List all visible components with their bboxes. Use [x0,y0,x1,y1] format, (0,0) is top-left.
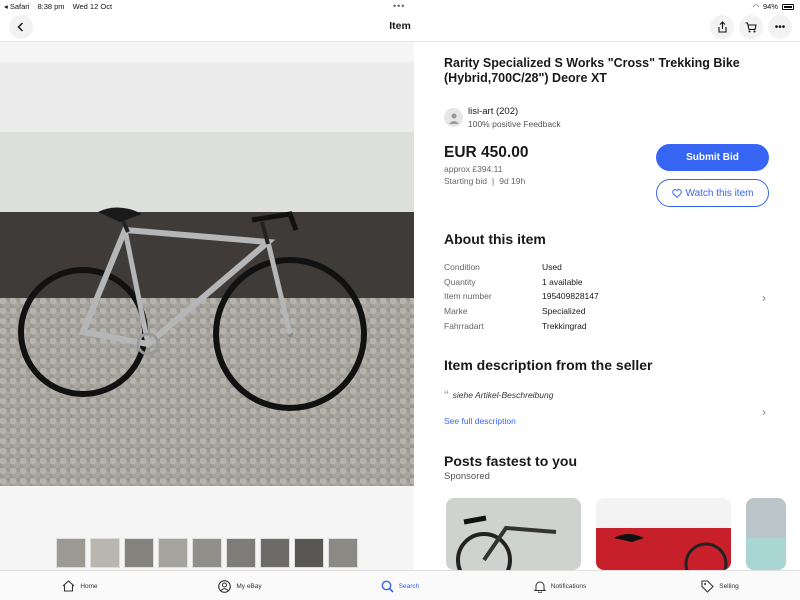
about-heading: About this item [444,231,546,247]
seller-feedback: 100% positive Feedback [468,119,561,129]
tab-my-ebay[interactable]: My eBay [160,571,320,600]
posts-heading: Posts fastest to you [444,453,578,469]
wifi-icon: ◠ [752,3,759,11]
seller-name[interactable]: lisi-art (202) [468,106,561,117]
seller-info[interactable]: lisi-art (202) 100% positive Feedback [444,106,561,129]
price: EUR 450.00 [444,144,529,161]
sponsored-card[interactable] [446,498,581,570]
spec-row: Quantity 1 available [444,276,583,287]
thumbnail-strip [56,538,358,568]
bid-label: Starting bid [444,176,487,186]
chevron-right-icon[interactable]: › [762,291,766,305]
share-button[interactable] [710,15,734,39]
tab-home[interactable]: Home [0,571,160,600]
listing-title: Rarity Specialized S Works "Cross" Trekk… [444,56,740,85]
back-to-app[interactable]: ◂ Safari [4,2,29,11]
spec-row: Condition Used [444,262,562,272]
battery-percent: 94% [762,2,778,11]
thumbnail[interactable] [294,538,324,568]
thumbnail[interactable] [226,538,256,568]
chevron-right-icon[interactable]: › [762,405,766,419]
bike-photo [746,538,786,570]
tab-bar: Home My eBay Search Notifications Sellin… [0,570,800,600]
sponsored-label: Sponsored [444,471,490,482]
submit-bid-button[interactable]: Submit Bid [656,144,769,171]
watch-label: Watch this item [685,187,754,199]
home-icon [62,580,75,592]
thumbnail[interactable] [90,538,120,568]
bike-photo [456,515,557,570]
description-quote: “ siehe Artikel-Beschreibung [444,387,554,403]
main-photo[interactable] [0,62,414,486]
spec-row: Fahrradart Trekkingrad [444,320,587,331]
thumbnail[interactable] [124,538,154,568]
more-options-button[interactable]: ••• [768,15,792,39]
thumbnail[interactable] [158,538,188,568]
page-title: Item [389,20,411,32]
bike-photo [18,207,367,411]
time-left: 9d 19h [499,176,526,186]
nav-bar: Item ••• [0,12,800,42]
sponsored-card[interactable] [596,498,731,570]
spec-row: Item number 195409828147 [444,291,599,302]
see-full-description-link[interactable]: See full description [444,416,516,426]
status-date: Wed 12 Oct [72,2,113,11]
image-gallery[interactable] [0,42,414,570]
avatar [444,108,463,127]
tab-notifications[interactable]: Notifications [480,571,640,600]
user-icon [218,579,232,593]
thumbnail[interactable] [260,538,290,568]
cart-button[interactable] [739,15,763,39]
status-time: 8:38 pm [37,2,65,11]
battery-icon [782,3,794,10]
search-icon [381,580,394,593]
sponsored-carousel[interactable] [446,498,786,570]
thumbnail[interactable] [192,538,222,568]
bell-icon [533,581,546,593]
item-specifics[interactable]: Condition Used Quantity 1 available Item n… [444,262,774,335]
tab-search[interactable]: Search [320,571,480,600]
tab-selling[interactable]: Selling [640,571,800,600]
sponsored-card[interactable] [746,498,786,570]
bike-photo [596,528,731,570]
multitasking-dots[interactable]: ••• [393,1,405,11]
bid-info: Starting bid | 9d 19h [444,176,526,186]
user-icon [448,113,459,124]
thumbnail[interactable] [328,538,358,568]
cart-icon [745,21,757,32]
thumbnail[interactable] [56,538,86,568]
tag-icon [701,579,715,593]
heart-icon [671,188,682,198]
description-heading: Item description from the seller [444,357,653,373]
more-icon: ••• [774,21,786,33]
quote-icon: “ [444,387,449,403]
share-icon [717,21,727,33]
status-bar: ◂ Safari 8:38 pm Wed 12 Oct ••• ◠ 94% [0,0,800,12]
approx-price: approx £394.11 [444,164,503,174]
watch-button[interactable]: Watch this item [656,179,769,207]
spec-row: Marke Specialized [444,306,586,317]
